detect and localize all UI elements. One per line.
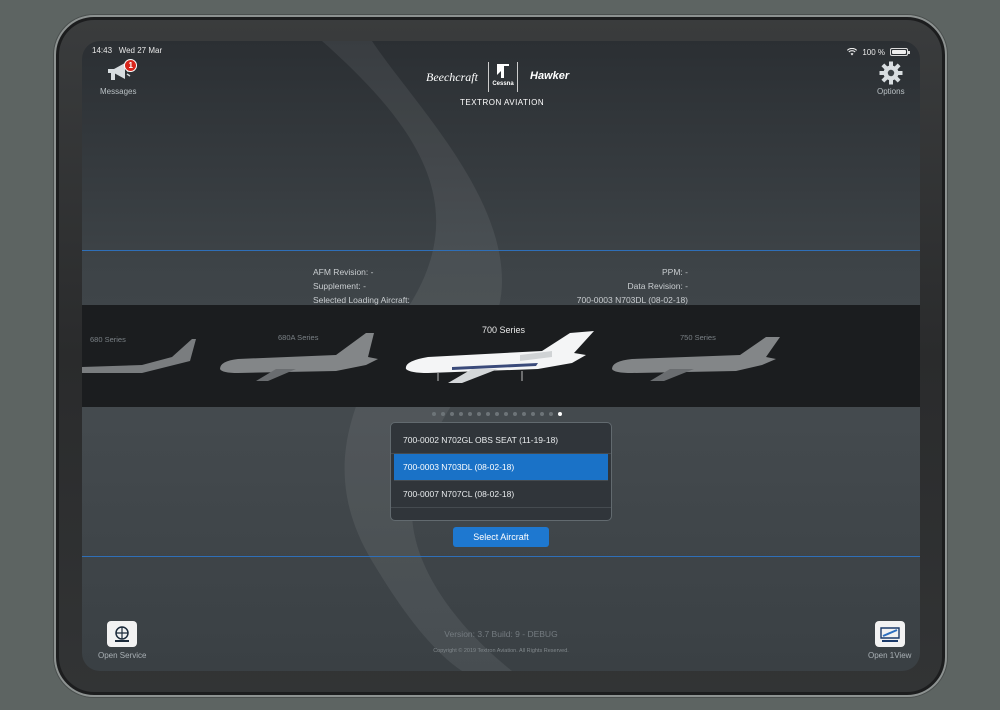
carousel-item-680a[interactable]: 680A Series — [216, 325, 388, 389]
carousel-item-750[interactable]: 750 Series — [610, 325, 790, 389]
jet-image-icon — [220, 333, 378, 381]
messages-label: Messages — [100, 87, 137, 96]
aircraft-list: 700-0002 N702GL OBS SEAT (11-19-18) 700-… — [390, 422, 612, 521]
open-service-button[interactable]: Open Service — [98, 621, 146, 660]
divider-bottom — [82, 556, 920, 557]
series-label: 700 Series — [482, 325, 526, 335]
carousel-page-dot[interactable] — [441, 412, 445, 416]
copyright-text: Copyright © 2019 Textron Aviation. All R… — [433, 648, 569, 654]
cessna-logo: Cessna — [488, 62, 518, 92]
wifi-icon — [847, 48, 858, 56]
carousel-page-dot[interactable] — [432, 412, 436, 416]
1view-app-icon — [874, 621, 905, 647]
carousel-page-dot[interactable] — [477, 412, 481, 416]
divider-top — [82, 250, 920, 251]
carousel-page-dot[interactable] — [450, 412, 454, 416]
messages-button[interactable]: 1 Messages — [100, 59, 138, 96]
carousel-page-dot[interactable] — [513, 412, 517, 416]
carousel-page-dot[interactable] — [459, 412, 463, 416]
supplement: Supplement: - — [313, 281, 366, 291]
aircraft-list-item[interactable]: 700-0002 N702GL OBS SEAT (11-19-18) — [391, 427, 611, 454]
aircraft-list-item[interactable]: 700-0007 N707CL (08-02-18) — [391, 481, 611, 508]
cessna-logo-text: Cessna — [492, 81, 514, 87]
status-bar: 14:43 Wed 27 Mar 100 % — [92, 46, 910, 58]
afm-revision: AFM Revision: - — [313, 267, 374, 277]
carousel-page-dot[interactable] — [549, 412, 553, 416]
battery-icon — [890, 48, 910, 56]
cessna-mark-icon — [497, 64, 509, 78]
brand-logos: Beechcraft Cessna Hawker TEXTRON AVIATIO… — [426, 60, 578, 110]
carousel-item-700[interactable]: 700 Series — [402, 311, 602, 401]
open-1view-label: Open 1View — [868, 651, 912, 660]
status-date: Wed 27 Mar — [118, 46, 163, 55]
carousel-page-dot[interactable] — [486, 412, 490, 416]
data-revision: Data Revision: - — [627, 281, 688, 291]
version-text: Version: 3.7 Build: 9 - DEBUG — [444, 629, 558, 639]
carousel-page-dot[interactable] — [522, 412, 526, 416]
beechcraft-logo: Beechcraft — [426, 70, 478, 84]
carousel-page-dots[interactable] — [432, 412, 562, 416]
options-label: Options — [877, 87, 905, 96]
jet-image-icon — [82, 339, 196, 373]
carousel-page-dot[interactable] — [540, 412, 544, 416]
info-left: AFM Revision: - Supplement: - Selected L… — [313, 265, 410, 307]
aircraft-list-item-selected[interactable]: 700-0003 N703DL (08-02-18) — [394, 454, 608, 481]
app-screen: 14:43 Wed 27 Mar 100 % 1 Messages Beechc… — [82, 41, 920, 671]
gear-icon — [879, 61, 903, 85]
1view-logo-icon — [880, 627, 900, 642]
battery-percent: 100 % — [862, 47, 885, 57]
open-1view-button[interactable]: Open 1View — [868, 621, 911, 660]
status-time: 14:43 — [92, 46, 113, 55]
carousel-item-680[interactable]: 680 Series — [82, 327, 202, 387]
carousel-page-dot[interactable] — [504, 412, 508, 416]
carousel-page-dot[interactable] — [531, 412, 535, 416]
select-aircraft-button[interactable]: Select Aircraft — [453, 527, 549, 547]
jet-image-icon — [612, 337, 780, 381]
ppm: PPM: - — [662, 267, 688, 277]
textron-aviation-logo: TEXTRON AVIATION — [460, 98, 545, 107]
hawker-logo: Hawker — [530, 70, 570, 82]
messages-badge: 1 — [124, 59, 138, 72]
carousel-page-dot[interactable] — [468, 412, 472, 416]
carousel-page-dot[interactable] — [558, 412, 562, 416]
carousel-page-dot[interactable] — [495, 412, 499, 416]
info-right: PPM: - Data Revision: - 700-0003 N703DL … — [577, 265, 688, 307]
aircraft-carousel[interactable]: 680 Series 680A Series 700 Series 750 Se… — [82, 305, 920, 407]
options-button[interactable]: Options — [877, 61, 905, 96]
